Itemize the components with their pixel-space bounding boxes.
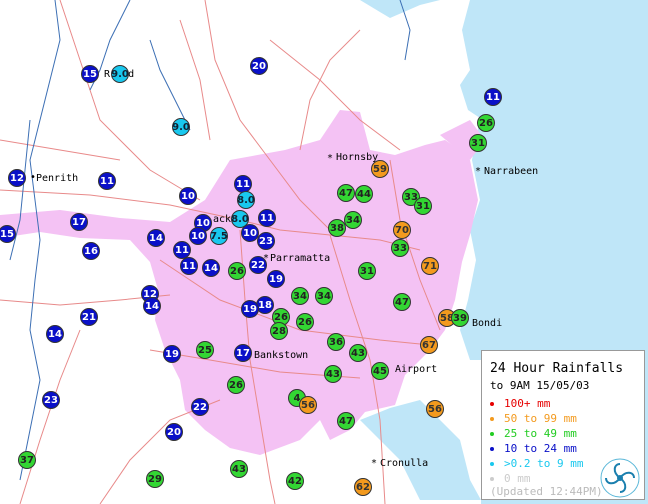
rain-gauge-marker[interactable]: 20 — [165, 423, 183, 441]
rain-gauge-marker[interactable]: 70 — [393, 221, 411, 239]
rain-gauge-marker[interactable]: 14 — [202, 259, 220, 277]
rain-gauge-marker[interactable]: 19 — [267, 270, 285, 288]
rain-gauge-marker[interactable]: 47 — [337, 184, 355, 202]
legend-range-label: 100+ mm — [504, 397, 551, 410]
rain-gauge-marker[interactable]: 45 — [371, 362, 389, 380]
rain-gauge-marker[interactable]: 26 — [477, 114, 495, 132]
place-marker-narrabeen: * — [476, 166, 481, 177]
legend-dot — [490, 417, 494, 421]
bureau-logo-icon — [600, 458, 640, 498]
legend-subtitle: to 9AM 15/05/03 — [490, 379, 590, 392]
rain-gauge-marker[interactable]: 36 — [327, 333, 345, 351]
place-label-narrabeen: Narrabeen — [484, 166, 539, 177]
rain-gauge-marker[interactable]: 12 — [8, 169, 26, 187]
legend-title: 24 Hour Rainfalls — [490, 361, 624, 376]
rain-gauge-marker[interactable]: 43 — [324, 365, 342, 383]
rain-gauge-marker[interactable]: 9.0 — [172, 118, 190, 136]
rain-gauge-marker[interactable]: 31 — [358, 262, 376, 280]
legend-dot — [490, 432, 494, 436]
rain-gauge-marker[interactable]: 43 — [349, 344, 367, 362]
rain-gauge-marker[interactable]: 37 — [18, 451, 36, 469]
rain-gauge-marker[interactable]: 8.0 — [237, 191, 255, 209]
legend-row: 100+ mm — [490, 397, 550, 410]
legend-row: 25 to 49 mm — [490, 427, 577, 440]
rain-gauge-marker[interactable]: 14 — [143, 297, 161, 315]
rain-gauge-marker[interactable]: 11 — [258, 209, 276, 227]
place-label-airport: Airport — [395, 364, 438, 375]
rain-gauge-marker[interactable]: 26 — [296, 313, 314, 331]
rain-gauge-marker[interactable]: 67 — [420, 336, 438, 354]
rain-gauge-marker[interactable]: 29 — [146, 470, 164, 488]
rain-gauge-marker[interactable]: 43 — [230, 460, 248, 478]
rain-gauge-marker[interactable]: 14 — [147, 229, 165, 247]
rain-gauge-marker[interactable]: 9.0 — [111, 65, 129, 83]
rain-gauge-marker[interactable]: 56 — [299, 396, 317, 414]
legend-dot — [490, 402, 494, 406]
rain-gauge-marker[interactable]: 14 — [46, 325, 64, 343]
place-marker-hornsby: * — [328, 153, 333, 164]
rain-gauge-marker[interactable]: 11 — [98, 172, 116, 190]
place-label-cronulla: Cronulla — [380, 458, 429, 469]
legend-row: 0 mm — [490, 472, 531, 485]
place-label-hornsby: Hornsby — [336, 152, 379, 163]
rain-gauge-marker[interactable]: 17 — [234, 344, 252, 362]
rain-gauge-marker[interactable]: 47 — [393, 293, 411, 311]
rain-gauge-marker[interactable]: 19 — [241, 300, 259, 318]
rain-gauge-marker[interactable]: 26 — [227, 376, 245, 394]
legend-range-label: 0 mm — [504, 472, 531, 485]
rain-gauge-marker[interactable]: 22 — [191, 398, 209, 416]
rain-gauge-marker[interactable]: 34 — [344, 211, 362, 229]
rain-gauge-marker[interactable]: 31 — [414, 197, 432, 215]
rain-gauge-marker[interactable]: 28 — [270, 322, 288, 340]
legend-updated: (Updated 12:44PM) — [490, 485, 603, 498]
rain-gauge-marker[interactable]: 15 — [81, 65, 99, 83]
rain-gauge-marker[interactable]: 16 — [82, 242, 100, 260]
rain-gauge-marker[interactable]: 62 — [354, 478, 372, 496]
place-marker-cronulla: * — [372, 458, 377, 469]
rain-gauge-marker[interactable]: 38 — [328, 219, 346, 237]
rain-gauge-marker[interactable]: 33 — [391, 239, 409, 257]
rain-gauge-marker[interactable]: 34 — [315, 287, 333, 305]
legend-dot — [490, 462, 494, 466]
rain-gauge-marker[interactable]: 11 — [484, 88, 502, 106]
legend-range-label: 50 to 99 mm — [504, 412, 577, 425]
legend-dot — [490, 447, 494, 451]
rain-gauge-marker[interactable]: 34 — [291, 287, 309, 305]
legend-row: 50 to 99 mm — [490, 412, 577, 425]
rain-gauge-marker[interactable]: 22 — [249, 256, 267, 274]
rain-gauge-marker[interactable]: 26 — [228, 262, 246, 280]
rain-gauge-marker[interactable]: 7.5 — [210, 227, 228, 245]
rain-gauge-marker[interactable]: 23 — [257, 232, 275, 250]
legend-row: 10 to 24 mm — [490, 442, 577, 455]
urban-area — [0, 110, 478, 455]
sea — [360, 0, 440, 18]
place-label-bankstown: Bankstown — [254, 350, 309, 361]
legend-range-label: 25 to 49 mm — [504, 427, 577, 440]
legend-dot — [490, 477, 494, 481]
rain-gauge-marker[interactable]: 25 — [196, 341, 214, 359]
place-label-penrith: Penrith — [36, 173, 79, 184]
rain-gauge-marker[interactable]: 59 — [371, 160, 389, 178]
rain-gauge-marker[interactable]: 47 — [337, 412, 355, 430]
place-label-bondi: Bondi — [472, 318, 503, 329]
rain-gauge-marker[interactable]: 71 — [421, 257, 439, 275]
place-label-parramatta: Parramatta — [270, 253, 331, 264]
legend-range-label: 10 to 24 mm — [504, 442, 577, 455]
rain-gauge-marker[interactable]: 44 — [355, 185, 373, 203]
rain-gauge-marker[interactable]: 39 — [451, 309, 469, 327]
rain-gauge-marker[interactable]: 10 — [189, 227, 207, 245]
rain-gauge-marker[interactable]: 31 — [469, 134, 487, 152]
rain-gauge-marker[interactable]: 42 — [286, 472, 304, 490]
rain-gauge-marker[interactable]: 17 — [70, 213, 88, 231]
rain-gauge-marker[interactable]: 56 — [426, 400, 444, 418]
rain-gauge-marker[interactable]: 21 — [80, 308, 98, 326]
rain-gauge-marker[interactable]: 19 — [163, 345, 181, 363]
rain-gauge-marker[interactable]: 11 — [180, 257, 198, 275]
legend-range-label: >0.2 to 9 mm — [504, 457, 584, 470]
rain-gauge-marker[interactable]: 20 — [250, 57, 268, 75]
legend-row: >0.2 to 9 mm — [490, 457, 583, 470]
place-label-blacktown: ack — [213, 214, 232, 225]
rain-gauge-marker[interactable]: 10 — [179, 187, 197, 205]
rain-gauge-marker[interactable]: 23 — [42, 391, 60, 409]
